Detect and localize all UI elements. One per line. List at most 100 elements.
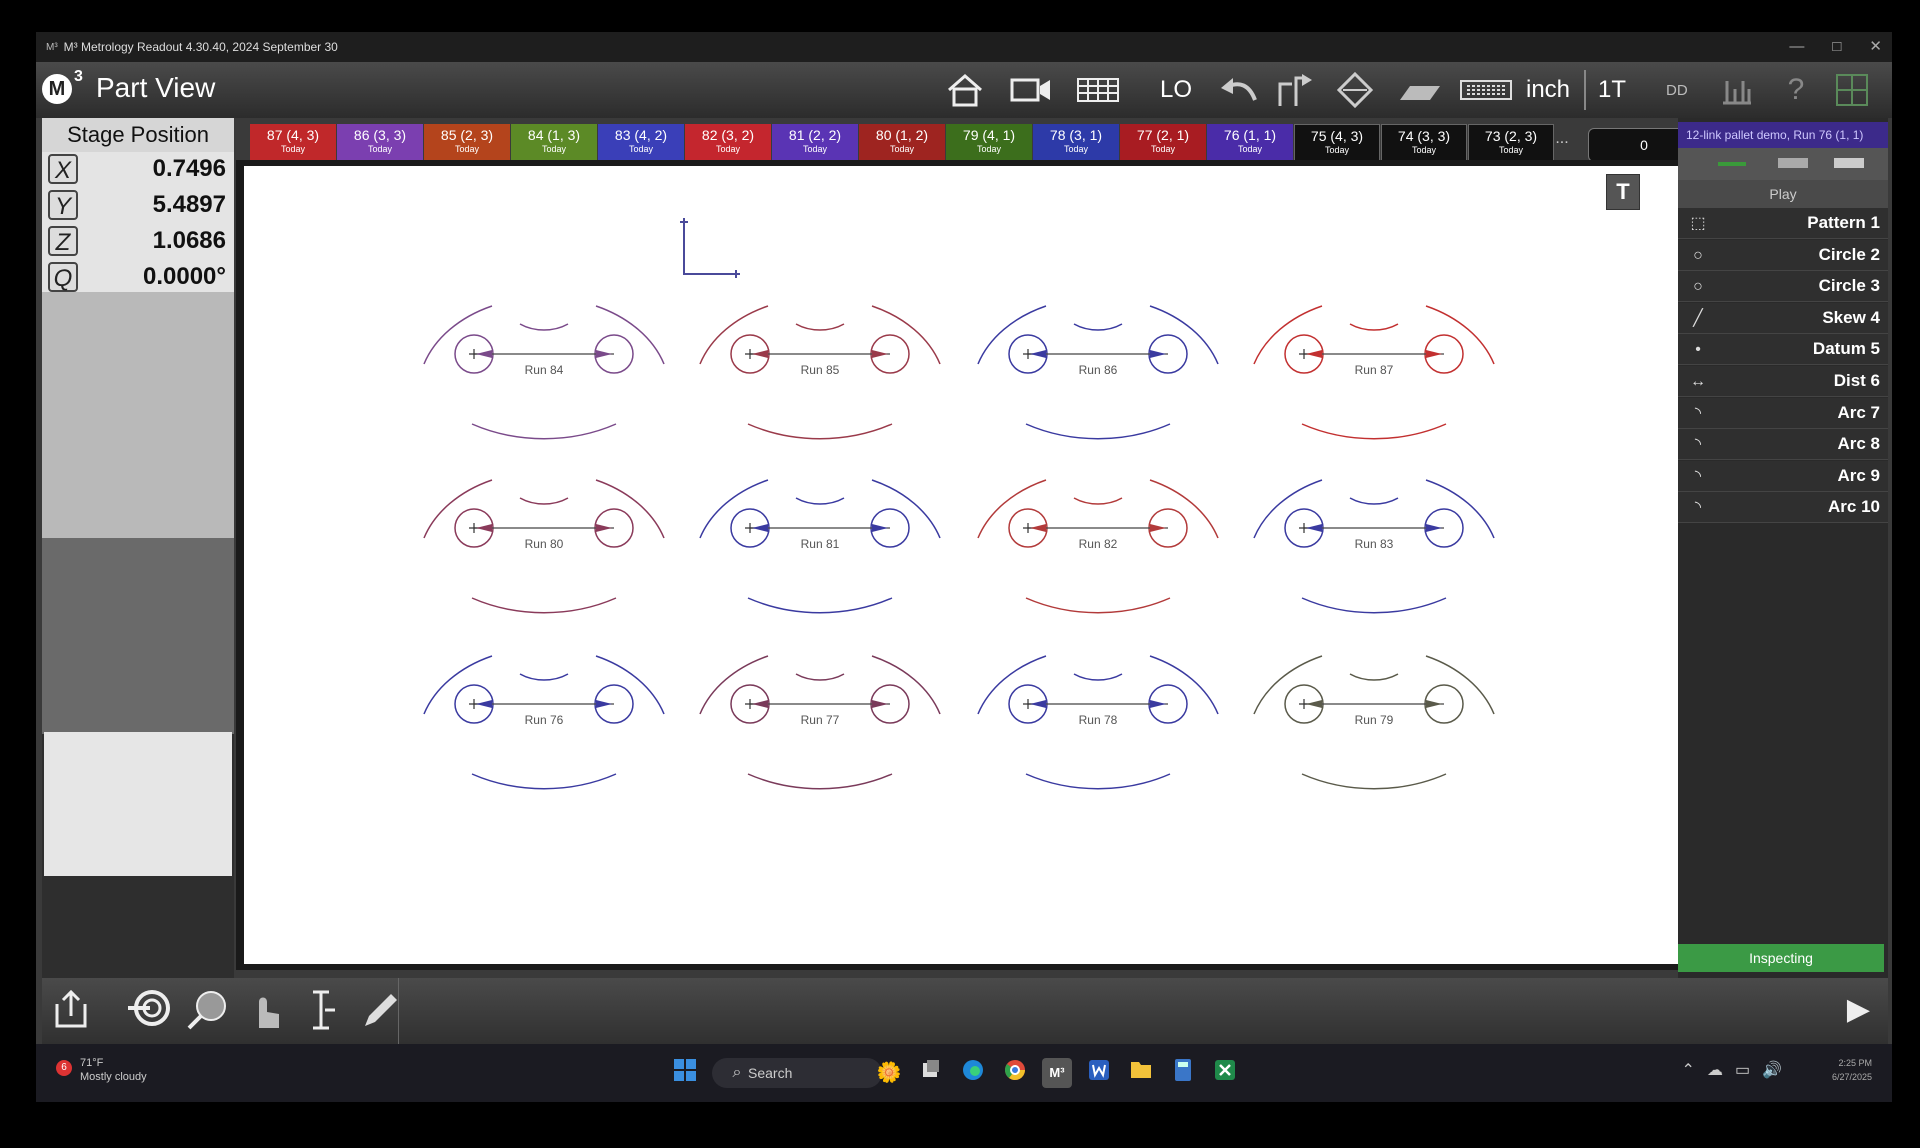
file-explorer-icon[interactable] (1126, 1058, 1156, 1088)
feature-item[interactable]: ⬚ Pattern 1 (1678, 208, 1888, 239)
zoom-icon[interactable] (184, 988, 230, 1034)
calculator-icon[interactable] (1168, 1058, 1198, 1088)
feature-item[interactable]: ○ Circle 3 (1678, 271, 1888, 303)
axis-q-button[interactable]: Q (48, 262, 78, 292)
run-tab-date: Today (976, 144, 1002, 154)
run-part[interactable]: Run 76 (423, 655, 665, 790)
camera-preview[interactable] (44, 732, 232, 876)
run-tab[interactable]: 79 (4, 1) Today (946, 124, 1032, 162)
run-tab[interactable]: 84 (1, 3) Today (511, 124, 597, 162)
home-icon[interactable] (944, 72, 986, 108)
feature-item[interactable]: ○ Circle 2 (1678, 239, 1888, 271)
play-triangle-icon[interactable]: ▶ (1847, 992, 1870, 1027)
m3-logo: M (42, 74, 72, 104)
run-tab-label: 83 (4, 2) (614, 127, 668, 143)
run-part[interactable]: Run 77 (699, 655, 941, 790)
chrome-icon[interactable] (1000, 1058, 1030, 1088)
edge-browser-icon[interactable] (958, 1058, 988, 1088)
table-view-icon[interactable] (1076, 72, 1120, 108)
run-part[interactable]: Run 83 (1253, 479, 1495, 614)
part-drawing[interactable]: Run 84 Run 85 Run 86 Run 87 Run 80 Run 81 Run … (244, 166, 1696, 964)
windows-start-icon[interactable] (670, 1058, 700, 1088)
run-part[interactable]: Run 84 (423, 305, 665, 440)
run-tab[interactable]: 86 (3, 3) Today (337, 124, 423, 162)
volume-icon[interactable]: 🔊 (1762, 1060, 1782, 1080)
run-label: Run 80 (525, 537, 564, 551)
feature-item[interactable]: ↔ Dist 6 (1678, 366, 1888, 397)
part-view-canvas[interactable]: Run 84 Run 85 Run 86 Run 87 Run 80 Run 81 Run … (244, 166, 1696, 964)
plane-icon[interactable] (1396, 72, 1442, 108)
feature-item[interactable]: ◝ Arc 10 (1678, 492, 1888, 524)
clock[interactable]: 2:25 PM 6/27/2025 (1832, 1056, 1872, 1084)
network-icon[interactable]: ▭ (1735, 1060, 1750, 1080)
widget-icon[interactable]: 🌼 (874, 1058, 904, 1088)
full-view-icon[interactable] (1834, 158, 1864, 168)
feature-item[interactable]: ◝ Arc 8 (1678, 429, 1888, 461)
axis-y-button[interactable]: Y (48, 190, 78, 220)
undo-icon[interactable] (1218, 72, 1260, 108)
video-camera-icon[interactable] (1010, 72, 1052, 108)
help-icon[interactable]: ? (1778, 72, 1814, 108)
task-view-icon[interactable] (916, 1058, 946, 1088)
feature-item[interactable]: ╱ Skew 4 (1678, 302, 1888, 334)
angle-format-toggle[interactable]: DD (1666, 82, 1688, 99)
more-tabs-button[interactable]: ... (1555, 124, 1569, 162)
touch-probe-icon[interactable] (242, 988, 288, 1034)
run-part[interactable]: Run 85 (699, 305, 941, 440)
keyboard-icon[interactable] (1458, 72, 1514, 108)
feature-item[interactable]: • Datum 5 (1678, 334, 1888, 366)
run-tab[interactable]: 80 (1, 2) Today (859, 124, 945, 162)
grid-layout-icon[interactable] (1832, 72, 1872, 108)
run-tab-label: 80 (1, 2) (875, 127, 929, 143)
weather-widget[interactable]: 6 71°F Mostly cloudy (56, 1056, 147, 1084)
run-tab[interactable]: 78 (3, 1) Today (1033, 124, 1119, 162)
probe-stand-icon[interactable] (1272, 72, 1316, 108)
datum-diamond-icon[interactable] (1334, 72, 1376, 108)
run-tab-date: Today (802, 144, 828, 154)
axis-x-button[interactable]: X (48, 154, 78, 184)
units-toggle[interactable]: inch (1526, 76, 1570, 104)
run-part[interactable]: Run 78 (977, 655, 1219, 790)
run-tab[interactable]: 81 (2, 2) Today (772, 124, 858, 162)
minimize-button[interactable]: — (1789, 32, 1804, 62)
circle-icon: ○ (1693, 278, 1703, 296)
lo-mode-button[interactable]: LO (1160, 76, 1192, 104)
axis-z-button[interactable]: Z (48, 226, 78, 256)
split-view-icon[interactable] (1778, 158, 1808, 168)
run-tab[interactable]: 87 (4, 3) Today (250, 124, 336, 162)
excel-icon[interactable] (1210, 1058, 1240, 1088)
ruler-icon[interactable] (1716, 72, 1758, 108)
chevron-up-icon[interactable]: ⌃ (1682, 1060, 1695, 1080)
run-part[interactable]: Run 87 (1253, 305, 1495, 440)
word-icon[interactable] (1084, 1058, 1114, 1088)
single-view-icon[interactable] (1718, 162, 1746, 166)
run-tab[interactable]: 74 (3, 3) Today (1381, 124, 1467, 162)
export-icon[interactable] (48, 988, 94, 1034)
run-tab[interactable]: 82 (3, 2) Today (685, 124, 771, 162)
feature-item[interactable]: ◝ Arc 9 (1678, 460, 1888, 492)
cloud-sync-icon[interactable]: ☁ (1707, 1060, 1723, 1080)
tool-t-button[interactable]: T (1606, 174, 1640, 210)
window-controls: — □ ✕ (1789, 32, 1882, 62)
run-part[interactable]: Run 79 (1253, 655, 1495, 790)
measure-target-icon[interactable] (126, 988, 172, 1034)
run-part[interactable]: Run 81 (699, 479, 941, 614)
feature-item[interactable]: ◝ Arc 7 (1678, 397, 1888, 429)
run-tab[interactable]: 83 (4, 2) Today (598, 124, 684, 162)
run-tab[interactable]: 77 (2, 1) Today (1120, 124, 1206, 162)
run-tab[interactable]: 76 (1, 1) Today (1207, 124, 1293, 162)
run-tab[interactable]: 75 (4, 3) Today (1294, 124, 1380, 162)
maximize-button[interactable]: □ (1832, 32, 1841, 62)
pencil-icon[interactable] (356, 988, 402, 1034)
play-button[interactable]: Play (1678, 180, 1888, 208)
run-part[interactable]: Run 86 (977, 305, 1219, 440)
run-tab[interactable]: 73 (2, 3) Today (1468, 124, 1554, 162)
run-tab-date: Today (541, 144, 567, 154)
edge-tool-icon[interactable] (298, 988, 344, 1034)
m3-app-icon[interactable]: M³ (1042, 1058, 1072, 1088)
run-part[interactable]: Run 82 (977, 479, 1219, 614)
probe-selector[interactable]: 1T (1598, 76, 1626, 104)
close-button[interactable]: ✕ (1869, 32, 1882, 62)
run-tab[interactable]: 85 (2, 3) Today (424, 124, 510, 162)
run-part[interactable]: Run 80 (423, 479, 665, 614)
